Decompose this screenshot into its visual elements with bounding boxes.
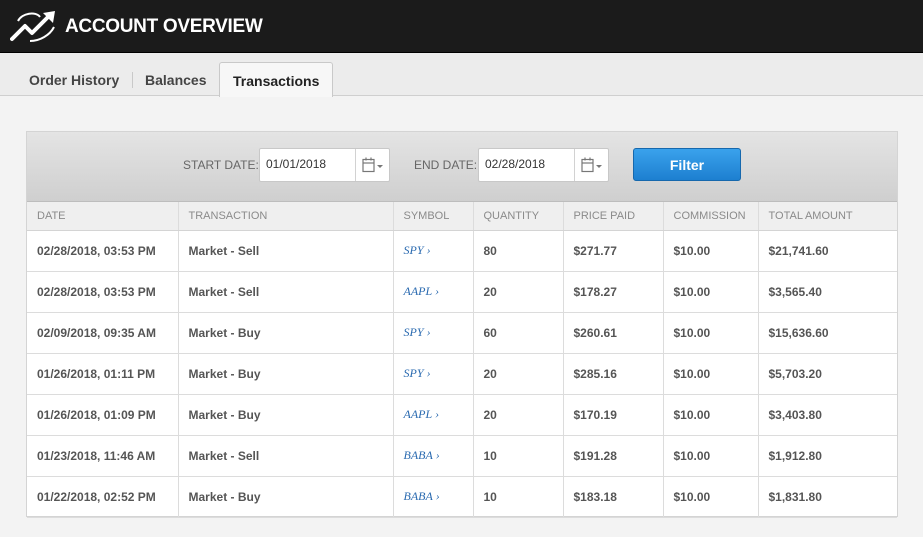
cell-commission: $10.00 (663, 476, 759, 518)
end-date-input[interactable] (485, 157, 573, 171)
table-row: 02/28/2018, 03:53 PM Market - Sell SPY ›… (27, 230, 897, 272)
cell-date: 01/23/2018, 11:46 AM (27, 435, 179, 477)
cell-quantity: 20 (473, 353, 564, 395)
cell-date: 02/28/2018, 03:53 PM (27, 271, 179, 313)
start-date-input[interactable] (266, 157, 354, 171)
cell-quantity: 60 (473, 312, 564, 354)
column-header-transaction[interactable]: TRANSACTION (178, 202, 394, 231)
cell-transaction: Market - Buy (178, 312, 394, 354)
column-header-date[interactable]: DATE (27, 202, 179, 231)
start-date-calendar-button[interactable] (355, 149, 389, 181)
cell-transaction: Market - Sell (178, 435, 394, 477)
date-filter-bar: START DATE: END DATE: (27, 132, 897, 202)
table-row: 01/22/2018, 02:52 PM Market - Buy BABA ›… (27, 476, 897, 518)
cell-date: 02/28/2018, 03:53 PM (27, 230, 179, 272)
cell-quantity: 10 (473, 476, 564, 518)
cell-commission: $10.00 (663, 230, 759, 272)
cell-price-paid: $271.77 (563, 230, 664, 272)
cell-commission: $10.00 (663, 435, 759, 477)
column-header-total-amount[interactable]: TOTAL AMOUNT (758, 202, 897, 231)
cell-total-amount: $3,565.40 (758, 271, 897, 313)
cell-date: 01/26/2018, 01:11 PM (27, 353, 179, 395)
cell-quantity: 80 (473, 230, 564, 272)
tab-balances[interactable]: Balances (145, 72, 206, 88)
cell-date: 01/26/2018, 01:09 PM (27, 394, 179, 436)
start-date-field (259, 148, 390, 182)
symbol-link[interactable]: SPY › (393, 312, 474, 354)
filter-button[interactable]: Filter (633, 148, 741, 181)
cell-total-amount: $1,831.80 (758, 476, 897, 518)
cell-transaction: Market - Sell (178, 230, 394, 272)
tab-divider (132, 72, 133, 88)
column-header-commission[interactable]: COMMISSION (663, 202, 759, 231)
cell-price-paid: $260.61 (563, 312, 664, 354)
column-header-quantity[interactable]: QUANTITY (473, 202, 564, 231)
cell-total-amount: $1,912.80 (758, 435, 897, 477)
growth-arrow-logo-icon (10, 11, 55, 42)
table-header-row: DATE TRANSACTION SYMBOL QUANTITY PRICE P… (27, 202, 897, 231)
cell-price-paid: $285.16 (563, 353, 664, 395)
cell-date: 02/09/2018, 09:35 AM (27, 312, 179, 354)
cell-transaction: Market - Sell (178, 271, 394, 313)
end-date-field (478, 148, 609, 182)
cell-commission: $10.00 (663, 394, 759, 436)
cell-quantity: 10 (473, 435, 564, 477)
symbol-link[interactable]: AAPL › (393, 271, 474, 313)
cell-commission: $10.00 (663, 271, 759, 313)
column-header-price-paid[interactable]: PRICE PAID (563, 202, 664, 231)
cell-commission: $10.00 (663, 312, 759, 354)
cell-quantity: 20 (473, 271, 564, 313)
symbol-link[interactable]: AAPL › (393, 394, 474, 436)
cell-total-amount: $5,703.20 (758, 353, 897, 395)
symbol-link[interactable]: BABA › (393, 435, 474, 477)
calendar-icon (581, 157, 602, 173)
table-row: 01/23/2018, 11:46 AM Market - Sell BABA … (27, 435, 897, 477)
cell-transaction: Market - Buy (178, 394, 394, 436)
cell-price-paid: $191.28 (563, 435, 664, 477)
table-row: 02/28/2018, 03:53 PM Market - Sell AAPL … (27, 271, 897, 313)
cell-price-paid: $170.19 (563, 394, 664, 436)
tab-bar: Order History Balances Transactions (0, 53, 923, 97)
start-date-label: START DATE: (183, 158, 259, 172)
end-date-label: END DATE: (414, 158, 478, 172)
transactions-table: DATE TRANSACTION SYMBOL QUANTITY PRICE P… (27, 202, 897, 518)
app-header: ACCOUNT OVERVIEW (0, 0, 923, 53)
end-date-calendar-button[interactable] (574, 149, 608, 181)
table-row: 01/26/2018, 01:09 PM Market - Buy AAPL ›… (27, 394, 897, 436)
symbol-link[interactable]: SPY › (393, 353, 474, 395)
column-header-symbol[interactable]: SYMBOL (393, 202, 474, 231)
calendar-icon (362, 157, 383, 173)
cell-total-amount: $21,741.60 (758, 230, 897, 272)
cell-commission: $10.00 (663, 353, 759, 395)
tab-transactions[interactable]: Transactions (219, 62, 334, 97)
cell-price-paid: $178.27 (563, 271, 664, 313)
cell-price-paid: $183.18 (563, 476, 664, 518)
cell-total-amount: $15,636.60 (758, 312, 897, 354)
cell-total-amount: $3,403.80 (758, 394, 897, 436)
symbol-link[interactable]: SPY › (393, 230, 474, 272)
cell-transaction: Market - Buy (178, 353, 394, 395)
table-row: 02/09/2018, 09:35 AM Market - Buy SPY › … (27, 312, 897, 354)
transactions-panel: START DATE: END DATE: (26, 131, 898, 518)
cell-transaction: Market - Buy (178, 476, 394, 518)
tab-order-history[interactable]: Order History (29, 72, 119, 88)
cell-date: 01/22/2018, 02:52 PM (27, 476, 179, 518)
table-row: 01/26/2018, 01:11 PM Market - Buy SPY › … (27, 353, 897, 395)
symbol-link[interactable]: BABA › (393, 476, 474, 518)
cell-quantity: 20 (473, 394, 564, 436)
app-title: ACCOUNT OVERVIEW (65, 16, 263, 37)
